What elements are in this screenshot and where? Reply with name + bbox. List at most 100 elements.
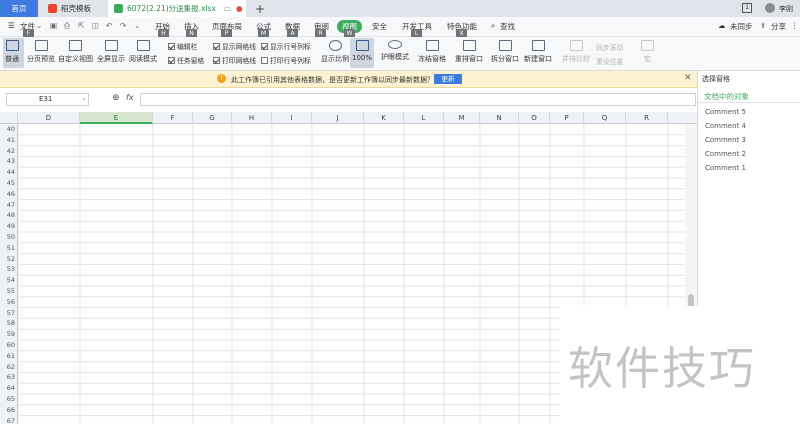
checkbox-show-gridlines[interactable]: 显示网格线: [213, 41, 256, 51]
column-header-f[interactable]: F: [153, 112, 193, 124]
sync-scroll-button[interactable]: 同步滚动: [596, 42, 623, 52]
name-box[interactable]: E31 ⌄: [6, 93, 89, 106]
pane-title[interactable]: 选择窗格: [702, 74, 730, 84]
more-chevron-icon[interactable]: ⌄: [134, 21, 140, 30]
hamburger-icon[interactable]: ☰: [8, 21, 15, 30]
eye-protection-button[interactable]: 护眼模式: [381, 40, 409, 62]
page-break-preview-button[interactable]: 分页预览: [27, 40, 55, 64]
add-tab-button[interactable]: +: [255, 0, 265, 17]
avatar[interactable]: [765, 3, 775, 13]
more-icon[interactable]: ⋮: [791, 21, 799, 30]
column-header-n[interactable]: N: [480, 112, 519, 124]
row-header[interactable]: 49: [0, 221, 18, 232]
row-header[interactable]: 66: [0, 404, 18, 416]
print-icon[interactable]: ⎙: [64, 21, 70, 31]
monitor-icon[interactable]: ▭: [224, 4, 231, 13]
chevron-down-icon[interactable]: ⌄: [81, 94, 87, 102]
close-icon[interactable]: ✕: [684, 73, 692, 83]
menu-search[interactable]: 查找: [500, 21, 515, 32]
tab-daoke-templates[interactable]: 稻壳模板: [40, 0, 108, 17]
row-header[interactable]: 54: [0, 275, 18, 286]
row-header[interactable]: 43: [0, 156, 18, 168]
column-header-e[interactable]: E: [80, 112, 153, 124]
row-header[interactable]: 58: [0, 318, 18, 330]
preview-icon[interactable]: ◫: [92, 21, 99, 30]
row-header[interactable]: 67: [0, 415, 18, 424]
row-header[interactable]: 61: [0, 350, 18, 362]
checkbox-print-headings[interactable]: 打印行号列标: [261, 55, 311, 65]
row-header[interactable]: 41: [0, 134, 18, 146]
row-header[interactable]: 46: [0, 188, 18, 200]
column-header-j[interactable]: J: [312, 112, 364, 124]
row-header[interactable]: 42: [0, 145, 18, 157]
column-header-p[interactable]: P: [550, 112, 584, 124]
normal-view-button[interactable]: 普通: [5, 40, 19, 64]
column-header-i[interactable]: I: [272, 112, 312, 124]
function-icon[interactable]: fx: [126, 93, 134, 102]
reading-mode-button[interactable]: 阅读模式: [129, 40, 157, 64]
row-header[interactable]: 65: [0, 394, 18, 405]
cloud-icon[interactable]: ☁: [718, 21, 726, 30]
fullscreen-button[interactable]: 全屏显示: [97, 40, 125, 64]
column-header-h[interactable]: H: [232, 112, 272, 124]
custom-view-button[interactable]: 自定义视图: [58, 40, 93, 64]
zoom-button[interactable]: 显示比例: [321, 40, 349, 64]
close-tab-icon[interactable]: ●: [236, 4, 243, 13]
freeze-panes-button[interactable]: 冻结窗格: [418, 40, 446, 64]
reset-position-button[interactable]: 重设位置: [596, 56, 623, 66]
sync-status[interactable]: 未同步: [730, 21, 753, 32]
row-header[interactable]: 53: [0, 264, 18, 276]
row-header[interactable]: 57: [0, 307, 18, 319]
row-header[interactable]: 63: [0, 372, 18, 384]
column-header-o[interactable]: O: [519, 112, 550, 124]
column-header-q[interactable]: Q: [584, 112, 626, 124]
update-button[interactable]: 更新: [434, 74, 462, 84]
checkbox-task-pane[interactable]: 任务窗格: [168, 55, 204, 65]
formula-input[interactable]: [140, 93, 696, 106]
redo-icon[interactable]: ↷: [120, 21, 126, 30]
row-header[interactable]: 40: [0, 124, 18, 135]
rearrange-windows-button[interactable]: 重排窗口: [455, 40, 483, 64]
macro-button[interactable]: 宏: [641, 40, 654, 64]
select-all-corner[interactable]: [0, 112, 18, 124]
row-header[interactable]: 55: [0, 286, 18, 297]
share-icon[interactable]: ⇪: [760, 21, 766, 30]
row-header[interactable]: 59: [0, 329, 18, 340]
share-button[interactable]: 分享: [771, 21, 786, 32]
window-badge-icon[interactable]: 1: [742, 3, 752, 13]
column-header-r[interactable]: R: [626, 112, 668, 124]
undo-icon[interactable]: ↶: [106, 21, 112, 30]
row-header[interactable]: 60: [0, 340, 18, 351]
column-header-d[interactable]: D: [18, 112, 80, 124]
checkbox-formula-bar[interactable]: 编辑栏: [168, 41, 197, 51]
object-comment-2[interactable]: Comment 2: [705, 150, 746, 158]
zoom-100-button[interactable]: 100%: [352, 40, 372, 62]
zoom-magnifier-icon[interactable]: ⊕: [112, 93, 120, 103]
checkbox-show-headings[interactable]: 显示行号列标: [261, 41, 311, 51]
row-header[interactable]: 64: [0, 383, 18, 394]
export-icon[interactable]: ⇱: [78, 21, 84, 30]
column-header-m[interactable]: M: [444, 112, 480, 124]
object-comment-5[interactable]: Comment 5: [705, 108, 746, 116]
object-comment-4[interactable]: Comment 4: [705, 122, 746, 130]
search-icon[interactable]: ⌕: [491, 21, 495, 31]
column-header-g[interactable]: G: [193, 112, 232, 124]
row-header[interactable]: 56: [0, 296, 18, 308]
tab-home[interactable]: 首页: [0, 0, 38, 17]
chevron-down-icon[interactable]: ⌄: [36, 21, 42, 30]
column-header-k[interactable]: K: [364, 112, 404, 124]
row-header[interactable]: 47: [0, 199, 18, 211]
row-header[interactable]: 45: [0, 178, 18, 189]
object-comment-1[interactable]: Comment 1: [705, 164, 746, 172]
row-header[interactable]: 62: [0, 361, 18, 373]
menu-security[interactable]: 安全: [372, 21, 387, 32]
split-window-button[interactable]: 拆分窗口: [491, 40, 519, 64]
save-icon[interactable]: ▣: [50, 21, 57, 30]
tab-workbook-file[interactable]: 6072(2.21)分送集报.xlsx ▭ ●: [108, 0, 246, 17]
row-header[interactable]: 50: [0, 232, 18, 243]
row-header[interactable]: 51: [0, 242, 18, 254]
column-header-l[interactable]: L: [404, 112, 444, 124]
object-comment-3[interactable]: Comment 3: [705, 136, 746, 144]
row-header[interactable]: 52: [0, 253, 18, 265]
new-window-button[interactable]: 新建窗口: [524, 40, 552, 64]
